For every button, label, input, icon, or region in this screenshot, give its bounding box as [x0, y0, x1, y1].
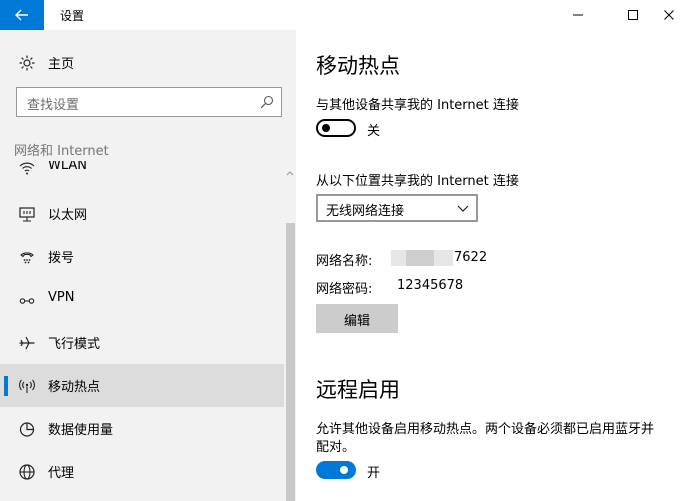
sidebar-item-label: 数据使用量 [48, 423, 114, 438]
main-content: 移动热点 与其他设备共享我的 Internet 连接 关 从以下位置共享我的 I… [296, 30, 692, 501]
minimize-icon [573, 14, 583, 16]
sidebar-item-mobile-hotspot[interactable]: 移动热点 [0, 364, 284, 407]
close-icon [664, 10, 674, 20]
sidebar: 主页 查找设置 网络和 Internet WLAN 以太网 拨号 VPN 飞行模… [0, 30, 296, 501]
vpn-icon [19, 298, 35, 304]
nav-list: WLAN 以太网 拨号 VPN 飞行模式 移动热点 数据使用量 代理 [0, 161, 284, 501]
sidebar-item-vpn[interactable]: VPN [0, 278, 284, 321]
sidebar-item-label: 以太网 [48, 208, 88, 223]
maximize-icon [628, 10, 638, 20]
share-connection-label: 与其他设备共享我的 Internet 连接 [316, 98, 519, 113]
search-placeholder: 查找设置 [27, 98, 80, 113]
scrollbar-thumb[interactable] [286, 223, 295, 501]
sidebar-item-label: WLAN [48, 161, 88, 173]
toggle-knob [340, 466, 348, 474]
chevron-down-icon [457, 205, 469, 212]
network-password-label: 网络密码: [316, 282, 373, 297]
ethernet-icon [19, 207, 35, 222]
share-from-dropdown[interactable]: 无线网络连接 [316, 194, 478, 222]
remote-toggle-state: 开 [367, 466, 381, 481]
remote-description-line2: 配对。 [316, 440, 356, 455]
share-from-label: 从以下位置共享我的 Internet 连接 [316, 174, 519, 189]
section-header: 网络和 Internet [14, 144, 109, 159]
close-button[interactable] [646, 0, 692, 30]
share-connection-toggle[interactable] [316, 119, 356, 137]
redacted-area [406, 250, 434, 266]
share-toggle-state: 关 [367, 124, 381, 139]
toggle-knob [322, 124, 330, 132]
sidebar-item-wlan[interactable]: WLAN [0, 161, 284, 189]
sidebar-item-label: 代理 [48, 466, 75, 481]
remote-section-title: 远程启用 [316, 378, 400, 402]
sidebar-item-dialup[interactable]: 拨号 [0, 235, 284, 278]
dropdown-value: 无线网络连接 [326, 204, 405, 219]
edit-button-label: 编辑 [344, 314, 371, 329]
sidebar-item-label: VPN [48, 290, 75, 305]
network-name-value: 7622 [454, 250, 488, 265]
search-input[interactable]: 查找设置 [16, 87, 282, 117]
sidebar-item-data-usage[interactable]: 数据使用量 [0, 407, 284, 450]
scroll-up-arrow-icon[interactable] [284, 169, 296, 179]
airplane-icon [19, 336, 35, 350]
title-bar: 设置 [0, 0, 692, 30]
active-indicator [4, 376, 8, 396]
minimize-button[interactable] [555, 0, 601, 30]
remote-description-line1: 允许其他设备启用移动热点。两个设备必须都已启用蓝牙并 [316, 422, 655, 437]
search-icon [260, 95, 274, 109]
dialup-icon [20, 252, 34, 264]
sidebar-scrollbar[interactable] [284, 161, 296, 501]
sidebar-item-ethernet[interactable]: 以太网 [0, 192, 284, 235]
data-usage-icon [19, 422, 35, 437]
page-title: 移动热点 [316, 54, 400, 78]
network-name-label: 网络名称: [316, 254, 373, 269]
sidebar-item-label: 拨号 [48, 251, 75, 266]
back-arrow-icon [15, 9, 28, 21]
hotspot-icon [19, 379, 35, 393]
network-password-value: 12345678 [397, 278, 464, 293]
sidebar-item-label: 飞行模式 [48, 337, 101, 352]
globe-icon [19, 464, 35, 480]
wifi-icon [19, 162, 35, 175]
edit-button[interactable]: 编辑 [316, 304, 398, 333]
back-button[interactable] [0, 0, 44, 30]
gear-icon [19, 55, 35, 71]
sidebar-item-label: 移动热点 [48, 380, 101, 395]
sidebar-item-label: 主页 [48, 57, 75, 72]
sidebar-item-home[interactable]: 主页 [0, 44, 296, 80]
window-title: 设置 [60, 9, 85, 23]
remote-enable-toggle[interactable] [316, 461, 356, 479]
sidebar-item-airplane-mode[interactable]: 飞行模式 [0, 321, 284, 364]
sidebar-item-proxy[interactable]: 代理 [0, 450, 284, 493]
